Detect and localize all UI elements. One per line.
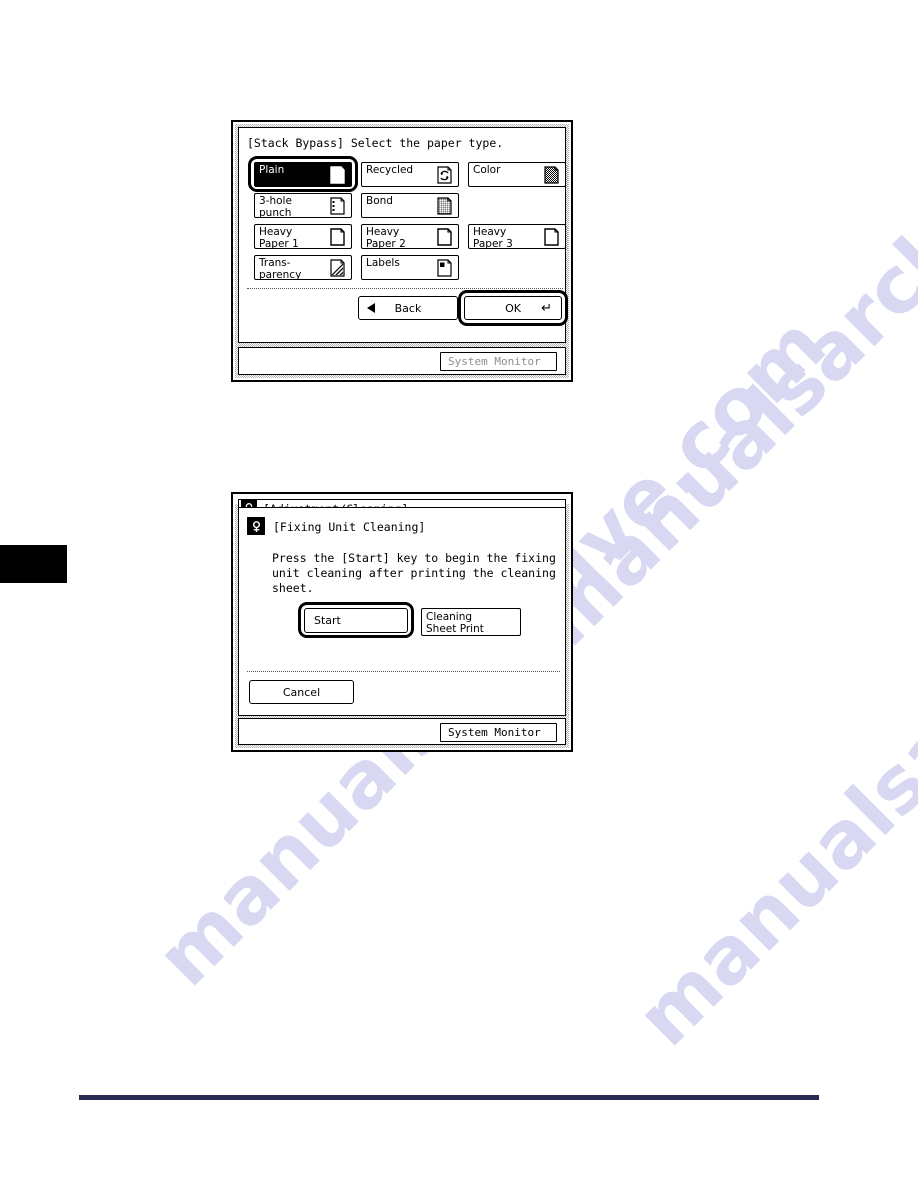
paper-type-screen: [Stack Bypass] Select the paper type. Pl… [235,124,569,346]
paper-type-status-bar: System Monitor [235,344,569,378]
back-button[interactable]: Back [358,296,460,322]
watermark-text: manualsarchive.com [620,360,918,1064]
arrow-left-icon [367,303,375,313]
plain-page-icon [437,228,452,246]
labels-page-icon [437,259,452,277]
plain-page-icon [330,166,345,184]
cleaning-sheet-print-button[interactable]: Cleaning Sheet Print [421,608,523,638]
paper-type-key-plain[interactable]: Plain [254,162,354,189]
paper-type-title: [Stack Bypass] Select the paper type. [247,136,504,150]
paper-type-key-transparency[interactable]: Trans- parency [254,255,354,282]
cancel-button[interactable]: Cancel [249,680,356,706]
fixing-unit-title: [Fixing Unit Cleaning] [273,520,426,534]
start-button[interactable]: Start [304,608,410,635]
transparency-page-icon [330,259,345,277]
recycle-page-icon [437,166,452,184]
paper-type-key-heavy-paper-1[interactable]: Heavy Paper 1 [254,224,354,251]
paper-type-key-label: Plain [259,164,285,176]
paper-type-key-color[interactable]: Color [468,162,568,189]
fixing-unit-cleaning-panel: [Adjustment/Cleaning] [Fixing Unit Clean… [231,492,573,752]
key-area-separator [247,288,563,289]
plain-page-icon [330,228,345,246]
watermark-text: manualsarchive.com [520,0,918,664]
paper-type-key-label: Trans- parency [259,257,302,281]
wrench-icon [247,517,265,535]
paper-type-key-label: 3-hole punch [259,195,292,219]
paper-type-key-heavy-paper-2[interactable]: Heavy Paper 2 [361,224,461,251]
ok-button[interactable]: OK ↵ [464,296,564,322]
paper-type-key-3-hole-punch[interactable]: 3-hole punch [254,193,354,220]
ok-button-label: OK [505,301,521,315]
page-bottom-rule [79,1095,819,1100]
paper-type-key-labels[interactable]: Labels [361,255,461,282]
paper-type-key-bond[interactable]: Bond [361,193,461,220]
color-page-icon [544,166,559,184]
paper-type-key-label: Heavy Paper 2 [366,226,406,250]
system-monitor-button[interactable]: System Monitor [440,352,559,373]
bond-page-icon [437,197,452,215]
paper-type-key-label: Heavy Paper 3 [473,226,513,250]
paper-type-key-label: Color [473,164,501,176]
fixing-unit-separator [247,671,560,672]
cleaning-sheet-print-label: Cleaning Sheet Print [426,611,484,635]
paper-type-key-label: Heavy Paper 1 [259,226,299,250]
paper-type-key-label: Bond [366,195,393,207]
system-monitor-label: System Monitor [448,355,541,368]
back-button-label: Back [394,301,422,315]
paper-type-panel: [Stack Bypass] Select the paper type. Pl… [231,120,573,382]
cancel-button-label: Cancel [282,685,321,699]
paper-type-key-label: Recycled [366,164,414,176]
system-monitor-button[interactable]: System Monitor [440,723,559,744]
plain-page-icon [544,228,559,246]
enter-key-icon: ↵ [541,300,552,316]
fixing-unit-screen: [Fixing Unit Cleaning] Press the [Start]… [235,504,569,719]
hole-punch-page-icon [330,197,345,215]
page-edge-tab [0,545,67,583]
fixing-unit-message: Press the [Start] key to begin the fixin… [272,551,556,595]
start-button-label: Start [314,614,341,627]
system-monitor-label: System Monitor [448,726,541,739]
paper-type-key-heavy-paper-3[interactable]: Heavy Paper 3 [468,224,568,251]
fixing-unit-status-bar: System Monitor [235,715,569,748]
paper-type-key-label: Labels [366,257,400,269]
paper-type-key-recycled[interactable]: Recycled [361,162,461,189]
